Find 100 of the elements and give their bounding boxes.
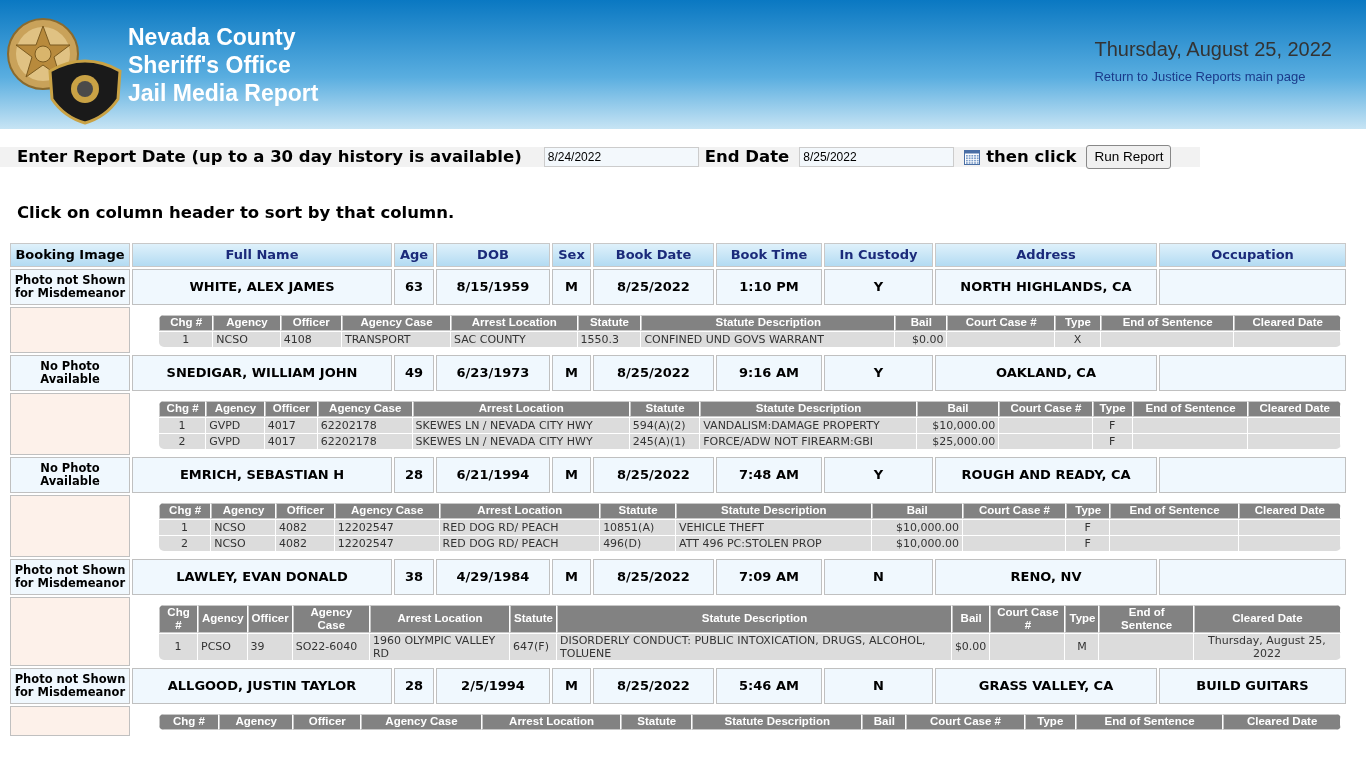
column-header: Cleared Date [1248, 400, 1341, 417]
column-header: Bail [951, 604, 991, 633]
table-cell: NORTH HIGHLANDS, CA [935, 268, 1157, 305]
table-cell: 28 [394, 456, 434, 493]
table-cell: 8/25/2022 [593, 558, 714, 595]
column-header: Statute [510, 604, 557, 633]
column-header: Officer [264, 400, 318, 417]
column-header: End of Sentence [1132, 400, 1249, 417]
column-header: Statute Description [641, 314, 896, 331]
column-header[interactable]: In Custody [824, 242, 933, 267]
table-cell: 7:09 AM [716, 558, 822, 595]
column-header: Arrest Location [369, 604, 511, 633]
booking-image-note: Photo not Shown for Misdemeanor [10, 558, 130, 595]
column-header[interactable]: Book Date [593, 242, 714, 267]
table-cell: LAWLEY, EVAN DONALD [132, 558, 392, 595]
column-header: Agency Case [292, 604, 370, 633]
column-header: Bail [871, 502, 963, 519]
column-header: Agency Case [341, 314, 452, 331]
column-header: Statute [621, 713, 693, 730]
column-header: Bail [862, 713, 907, 730]
table-cell: Y [824, 354, 933, 391]
table-cell: SO22-6040 [292, 632, 370, 660]
column-header[interactable]: Full Name [132, 242, 392, 267]
column-header: Statute [600, 502, 677, 519]
column-header: Agency [213, 314, 281, 331]
column-header: Arrest Location [481, 713, 622, 730]
column-header[interactable]: Occupation [1159, 242, 1346, 267]
table-cell: M [1065, 632, 1100, 660]
column-header[interactable]: Sex [552, 242, 591, 267]
column-header[interactable]: Age [394, 242, 434, 267]
instruction-text: Click on column header to sort by that column. [17, 202, 456, 224]
column-header[interactable]: Booking Image [10, 242, 130, 267]
table-cell: Y [824, 268, 933, 305]
column-header: Court Case # [962, 502, 1067, 519]
column-header[interactable]: Book Time [716, 242, 822, 267]
main-page-link[interactable]: Return to Justice Reports main page [1094, 66, 1306, 86]
table-cell: 1 [159, 632, 199, 660]
table-cell: 4/29/1984 [436, 558, 550, 595]
site-title: Sheriff's Office [128, 50, 292, 79]
column-header: Arrest Location [451, 314, 578, 331]
table-cell: 6/23/1973 [436, 354, 550, 391]
table-cell: 28 [394, 667, 434, 704]
table-cell: 49 [394, 354, 434, 391]
table-cell: 8/15/1959 [436, 268, 550, 305]
column-header: Agency Case [334, 502, 440, 519]
table-cell: M [552, 667, 591, 704]
column-header: Court Case # [990, 604, 1066, 633]
column-header: Court Case # [906, 713, 1025, 730]
column-header: Officer [275, 502, 335, 519]
site-title: Jail Media Report [128, 78, 319, 107]
column-header: Chg # [159, 314, 214, 331]
column-header: Officer [293, 713, 362, 730]
column-header: Arrest Location [439, 502, 601, 519]
table-cell: WHITE, ALEX JAMES [132, 268, 392, 305]
then-click-label: then click [986, 145, 1077, 168]
column-header: End of Sentence [1101, 314, 1235, 331]
table-cell: 8/25/2022 [593, 268, 714, 305]
column-header: Officer [247, 604, 293, 633]
table-cell: 1960 OLYMPIC VALLEY RD [369, 632, 511, 660]
table-cell: 38 [394, 558, 434, 595]
table-cell: GRASS VALLEY, CA [935, 667, 1157, 704]
table-cell: 8/25/2022 [593, 667, 714, 704]
column-header[interactable]: DOB [436, 242, 550, 267]
column-header: Agency Case [317, 400, 413, 417]
column-header: Chg # [159, 604, 199, 633]
table-cell: ROUGH AND READY, CA [935, 456, 1157, 493]
column-header: End of Sentence [1110, 502, 1239, 519]
table-cell: RENO, NV [935, 558, 1157, 595]
column-header: Type [1054, 314, 1102, 331]
column-header: Statute Description [676, 502, 872, 519]
table-cell: DISORDERLY CONDUCT: PUBLIC INTOXICATION, DRUGS, ALCOHOL, TOLUENE [557, 632, 952, 660]
column-header: Statute [577, 314, 642, 331]
column-header: Court Case # [947, 314, 1055, 331]
table-cell: PCSO [198, 632, 248, 660]
table-cell: 9:16 AM [716, 354, 822, 391]
column-header: Type [1065, 604, 1100, 633]
column-header: Cleared Date [1223, 713, 1341, 730]
column-header: Agency [206, 400, 265, 417]
table-cell: Y [824, 456, 933, 493]
column-header: Cleared Date [1234, 314, 1341, 331]
end-date-field[interactable]: 8/25/2022 [799, 147, 955, 167]
table-cell: 1:10 PM [716, 268, 822, 305]
site-title: Nevada County [128, 22, 297, 51]
column-header: Agency [198, 604, 248, 633]
table-cell: ALLGOOD, JUSTIN TAYLOR [132, 667, 392, 704]
calendar-icon[interactable] [964, 149, 981, 165]
column-header[interactable]: Address [935, 242, 1157, 267]
column-header: Statute [629, 400, 701, 417]
column-header: Chg # [159, 713, 219, 730]
table-cell: 6/21/1994 [436, 456, 550, 493]
column-header: Officer [280, 314, 342, 331]
booking-image-note: Photo not Shown for Misdemeanor [10, 667, 130, 704]
column-header: Type [1092, 400, 1133, 417]
run-report-button[interactable]: Run Report [1086, 144, 1172, 170]
table-cell: EMRICH, SEBASTIAN H [132, 456, 392, 493]
column-header: Chg # [159, 502, 212, 519]
table-cell: Thursday, August 25, 2022 [1193, 632, 1341, 660]
start-date-field[interactable]: 8/24/2022 [543, 147, 699, 167]
table-cell: 5:46 AM [716, 667, 822, 704]
column-header: End of Sentence [1099, 604, 1194, 633]
